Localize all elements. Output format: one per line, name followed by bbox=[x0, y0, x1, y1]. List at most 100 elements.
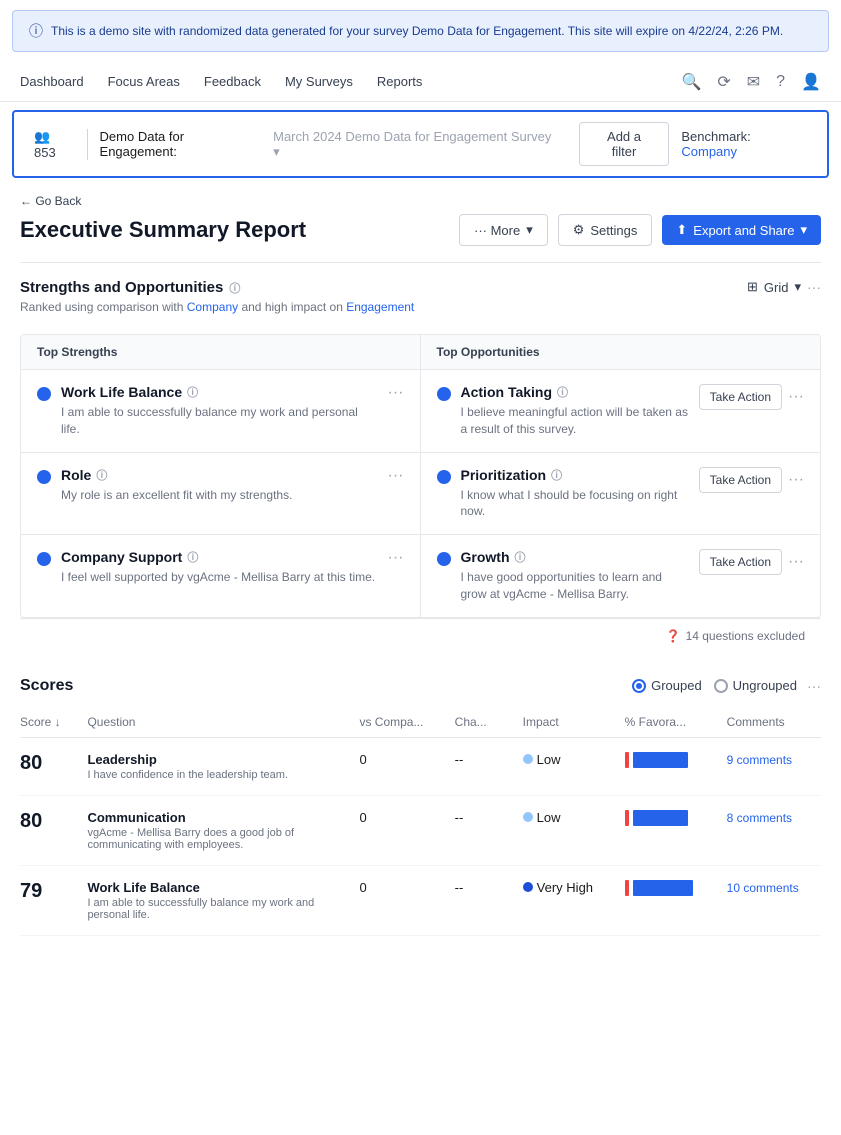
add-filter-button[interactable]: Add a filter bbox=[579, 122, 670, 166]
grid-toggle[interactable]: ⊞ Grid ▾ ··· bbox=[747, 279, 821, 295]
survey-value[interactable]: March 2024 Demo Data for Engagement Surv… bbox=[273, 129, 555, 160]
more-options-icon[interactable]: ··· bbox=[807, 279, 821, 295]
vs-company-2: 0 bbox=[349, 795, 444, 865]
bar-3 bbox=[625, 880, 707, 896]
strength-item-3: Company Support ⓘ I feel well supported … bbox=[21, 535, 421, 617]
gear-icon: ⚙ bbox=[573, 222, 585, 238]
impact-dot-2 bbox=[523, 812, 533, 822]
strengths-info-icon[interactable]: ⓘ bbox=[229, 280, 240, 296]
opportunity-menu-2[interactable]: ··· bbox=[788, 471, 804, 489]
strength-menu-1[interactable]: ··· bbox=[388, 384, 404, 402]
more-button[interactable]: ··· More ▾ bbox=[459, 214, 548, 246]
q-title-3: Work Life Balance bbox=[87, 880, 339, 895]
benchmark-label: Benchmark: Company bbox=[681, 129, 807, 159]
benchmark-link[interactable]: Company bbox=[681, 144, 737, 159]
strength-dot-2 bbox=[37, 470, 51, 484]
col-score: Score ↓ bbox=[20, 707, 77, 738]
message-icon[interactable]: ✉ bbox=[747, 72, 760, 92]
nav-reports[interactable]: Reports bbox=[377, 70, 423, 93]
report-actions: ··· More ▾ ⚙ Settings ⬆ Export and Share… bbox=[459, 214, 821, 246]
strength-desc-3: I feel well supported by vgAcme - Mellis… bbox=[61, 569, 378, 586]
help-icon[interactable]: ? bbox=[776, 73, 785, 91]
opportunity-title-3: Growth bbox=[461, 549, 510, 565]
nav-dashboard[interactable]: Dashboard bbox=[20, 70, 84, 93]
strengths-section: Strengths and Opportunities ⓘ Ranked usi… bbox=[20, 279, 821, 653]
strength-title-2: Role bbox=[61, 467, 91, 483]
opportunity-title-1: Action Taking bbox=[461, 384, 553, 400]
comments-link-2[interactable]: 8 comments bbox=[727, 811, 792, 825]
nav-icons: 🔍 ⟳ ✉ ? 👤 bbox=[681, 72, 821, 92]
ungrouped-radio[interactable] bbox=[714, 679, 728, 693]
strength-info-3[interactable]: ⓘ bbox=[187, 549, 198, 565]
opportunity-info-1[interactable]: ⓘ bbox=[557, 384, 568, 400]
take-action-button-3[interactable]: Take Action bbox=[699, 549, 782, 575]
strength-info-1[interactable]: ⓘ bbox=[187, 384, 198, 400]
refresh-icon[interactable]: ⟳ bbox=[717, 72, 730, 92]
opportunity-menu-3[interactable]: ··· bbox=[788, 553, 804, 571]
bar-2 bbox=[625, 810, 707, 826]
col-impact: Impact bbox=[513, 707, 615, 738]
nav-focus-areas[interactable]: Focus Areas bbox=[108, 70, 180, 93]
opportunity-item-2: Prioritization ⓘ I know what I should be… bbox=[421, 453, 821, 536]
strengths-subtitle: Ranked using comparison with Company and… bbox=[20, 300, 414, 314]
search-icon[interactable]: 🔍 bbox=[681, 72, 701, 92]
opportunity-info-3[interactable]: ⓘ bbox=[515, 549, 526, 565]
col-question: Question bbox=[77, 707, 349, 738]
opportunity-item-3: Growth ⓘ I have good opportunities to le… bbox=[421, 535, 821, 617]
top-strengths-header: Top Strengths bbox=[21, 335, 421, 370]
strength-menu-2[interactable]: ··· bbox=[388, 467, 404, 485]
change-2: -- bbox=[445, 795, 513, 865]
chevron-down-icon-grid: ▾ bbox=[794, 279, 801, 295]
opportunity-dot-1 bbox=[437, 387, 451, 401]
share-icon: ⬆ bbox=[676, 222, 687, 238]
col-change: Cha... bbox=[445, 707, 513, 738]
top-nav: Dashboard Focus Areas Feedback My Survey… bbox=[0, 62, 841, 102]
change-3: -- bbox=[445, 865, 513, 935]
take-action-button-2[interactable]: Take Action bbox=[699, 467, 782, 493]
comments-link-3[interactable]: 10 comments bbox=[727, 881, 799, 895]
opportunity-menu-1[interactable]: ··· bbox=[788, 388, 804, 406]
impact-dot-1 bbox=[523, 754, 533, 764]
grid-icon: ⊞ bbox=[747, 279, 758, 295]
q-desc-3: I am able to successfully balance my wor… bbox=[87, 897, 339, 921]
divider bbox=[20, 262, 821, 263]
ungrouped-option[interactable]: Ungrouped bbox=[714, 678, 797, 693]
grouped-option[interactable]: Grouped bbox=[632, 678, 702, 693]
scores-more-icon[interactable]: ··· bbox=[807, 678, 821, 694]
survey-label: Demo Data for Engagement: bbox=[100, 129, 262, 159]
impact-label-3: Very High bbox=[537, 880, 593, 895]
score-value-3: 79 bbox=[20, 880, 42, 902]
q-title-1: Leadership bbox=[87, 752, 339, 767]
export-share-button[interactable]: ⬆ Export and Share ▾ bbox=[662, 215, 821, 245]
strength-desc-1: I am able to successfully balance my wor… bbox=[61, 404, 378, 438]
top-opportunities-header: Top Opportunities bbox=[421, 335, 821, 370]
opportunity-desc-3: I have good opportunities to learn and g… bbox=[461, 569, 689, 603]
engagement-link[interactable]: Engagement bbox=[346, 300, 414, 314]
opportunity-desc-2: I know what I should be focusing on righ… bbox=[461, 487, 689, 521]
nav-links: Dashboard Focus Areas Feedback My Survey… bbox=[20, 70, 422, 93]
vs-company-1: 0 bbox=[349, 737, 444, 795]
company-link[interactable]: Company bbox=[187, 300, 238, 314]
settings-button[interactable]: ⚙ Settings bbox=[558, 214, 653, 246]
opportunity-dot-3 bbox=[437, 552, 451, 566]
score-row-3: 79 Work Life Balance I am able to succes… bbox=[20, 865, 821, 935]
strength-menu-3[interactable]: ··· bbox=[388, 549, 404, 567]
nav-my-surveys[interactable]: My Surveys bbox=[285, 70, 353, 93]
score-value-2: 80 bbox=[20, 810, 42, 832]
comments-link-1[interactable]: 9 comments bbox=[727, 753, 792, 767]
opportunity-info-2[interactable]: ⓘ bbox=[551, 467, 562, 483]
col-vs-company: vs Compa... bbox=[349, 707, 444, 738]
info-icon: ⓘ bbox=[29, 21, 43, 41]
col-comments: Comments bbox=[717, 707, 821, 738]
grouped-radio[interactable] bbox=[632, 679, 646, 693]
take-action-button-1[interactable]: Take Action bbox=[699, 384, 782, 410]
go-back-link[interactable]: ← Go Back bbox=[20, 194, 821, 208]
strength-title-1: Work Life Balance bbox=[61, 384, 182, 400]
impact-label-2: Low bbox=[537, 810, 561, 825]
nav-feedback[interactable]: Feedback bbox=[204, 70, 261, 93]
strength-info-2[interactable]: ⓘ bbox=[96, 467, 107, 483]
chevron-down-icon: ▾ bbox=[526, 222, 533, 238]
impact-label-1: Low bbox=[537, 752, 561, 767]
q-title-2: Communication bbox=[87, 810, 339, 825]
user-icon[interactable]: 👤 bbox=[801, 72, 821, 92]
